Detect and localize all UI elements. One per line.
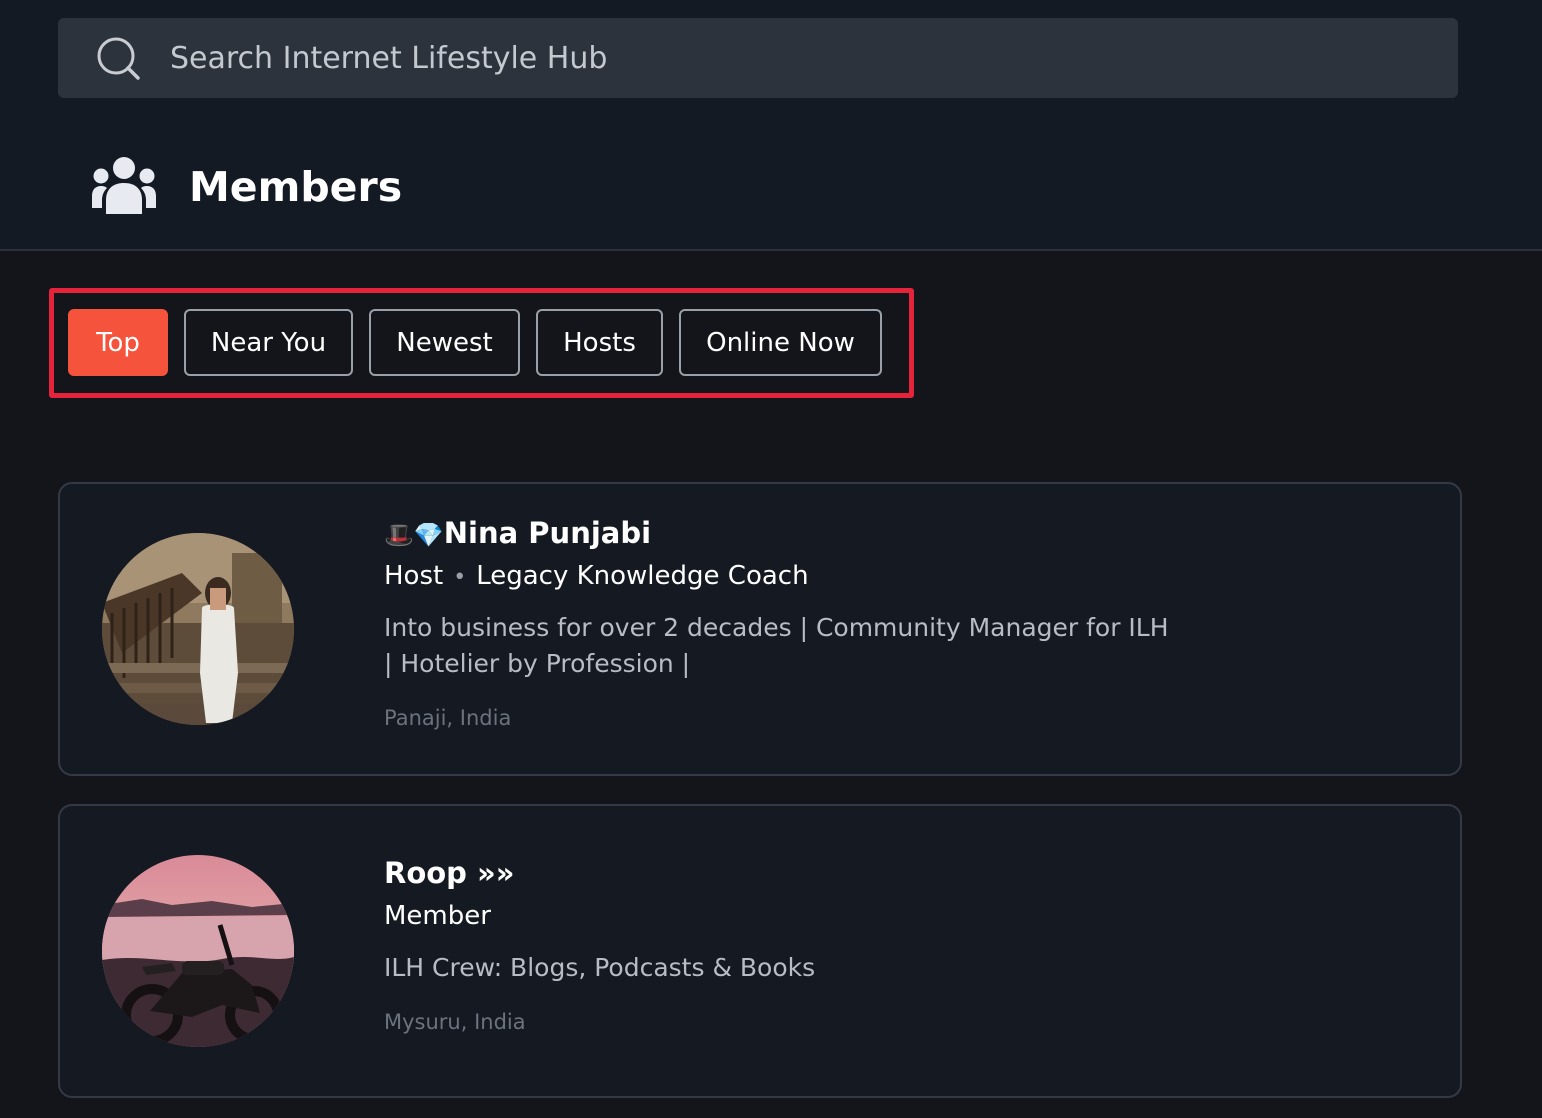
member-card[interactable]: Roop »» Member ILH Crew: Blogs, Podcasts…	[58, 804, 1462, 1098]
filter-tab-online-now[interactable]: Online Now	[679, 309, 882, 376]
filter-tab-hosts[interactable]: Hosts	[536, 309, 663, 376]
filter-tab-top[interactable]: Top	[68, 309, 168, 376]
member-name[interactable]: 🎩💎Nina Punjabi	[384, 513, 651, 555]
member-location: Panaji, India	[384, 706, 512, 730]
page-title: Members	[189, 163, 403, 211]
member-title: Legacy Knowledge Coach	[476, 561, 809, 591]
avatar[interactable]	[102, 855, 294, 1047]
member-role: Member	[384, 901, 491, 931]
member-role: Host	[384, 561, 444, 591]
member-bio: ILH Crew: Blogs, Podcasts & Books	[384, 953, 816, 982]
search-input[interactable]	[170, 18, 1440, 98]
member-bio: Into business for over 2 decades | Commu…	[384, 613, 1169, 678]
member-role-line: Member	[384, 899, 491, 933]
member-location: Mysuru, India	[384, 1010, 526, 1034]
avatar[interactable]	[102, 533, 294, 725]
member-name[interactable]: Roop »»	[384, 853, 515, 893]
member-name-text: Nina Punjabi	[443, 516, 652, 550]
member-role-line: Host • Legacy Knowledge Coach	[384, 559, 809, 595]
filter-tab-newest[interactable]: Newest	[369, 309, 520, 376]
member-card[interactable]: 🎩💎Nina Punjabi Host • Legacy Knowledge Coa…	[58, 482, 1462, 776]
member-badge-icons: 🎩💎	[384, 521, 444, 549]
members-icon	[92, 157, 156, 214]
filter-tab-near-you[interactable]: Near You	[184, 309, 353, 376]
member-name-text: Roop »»	[384, 856, 515, 890]
search-icon[interactable]	[96, 36, 142, 82]
separator-dot: •	[453, 565, 467, 590]
